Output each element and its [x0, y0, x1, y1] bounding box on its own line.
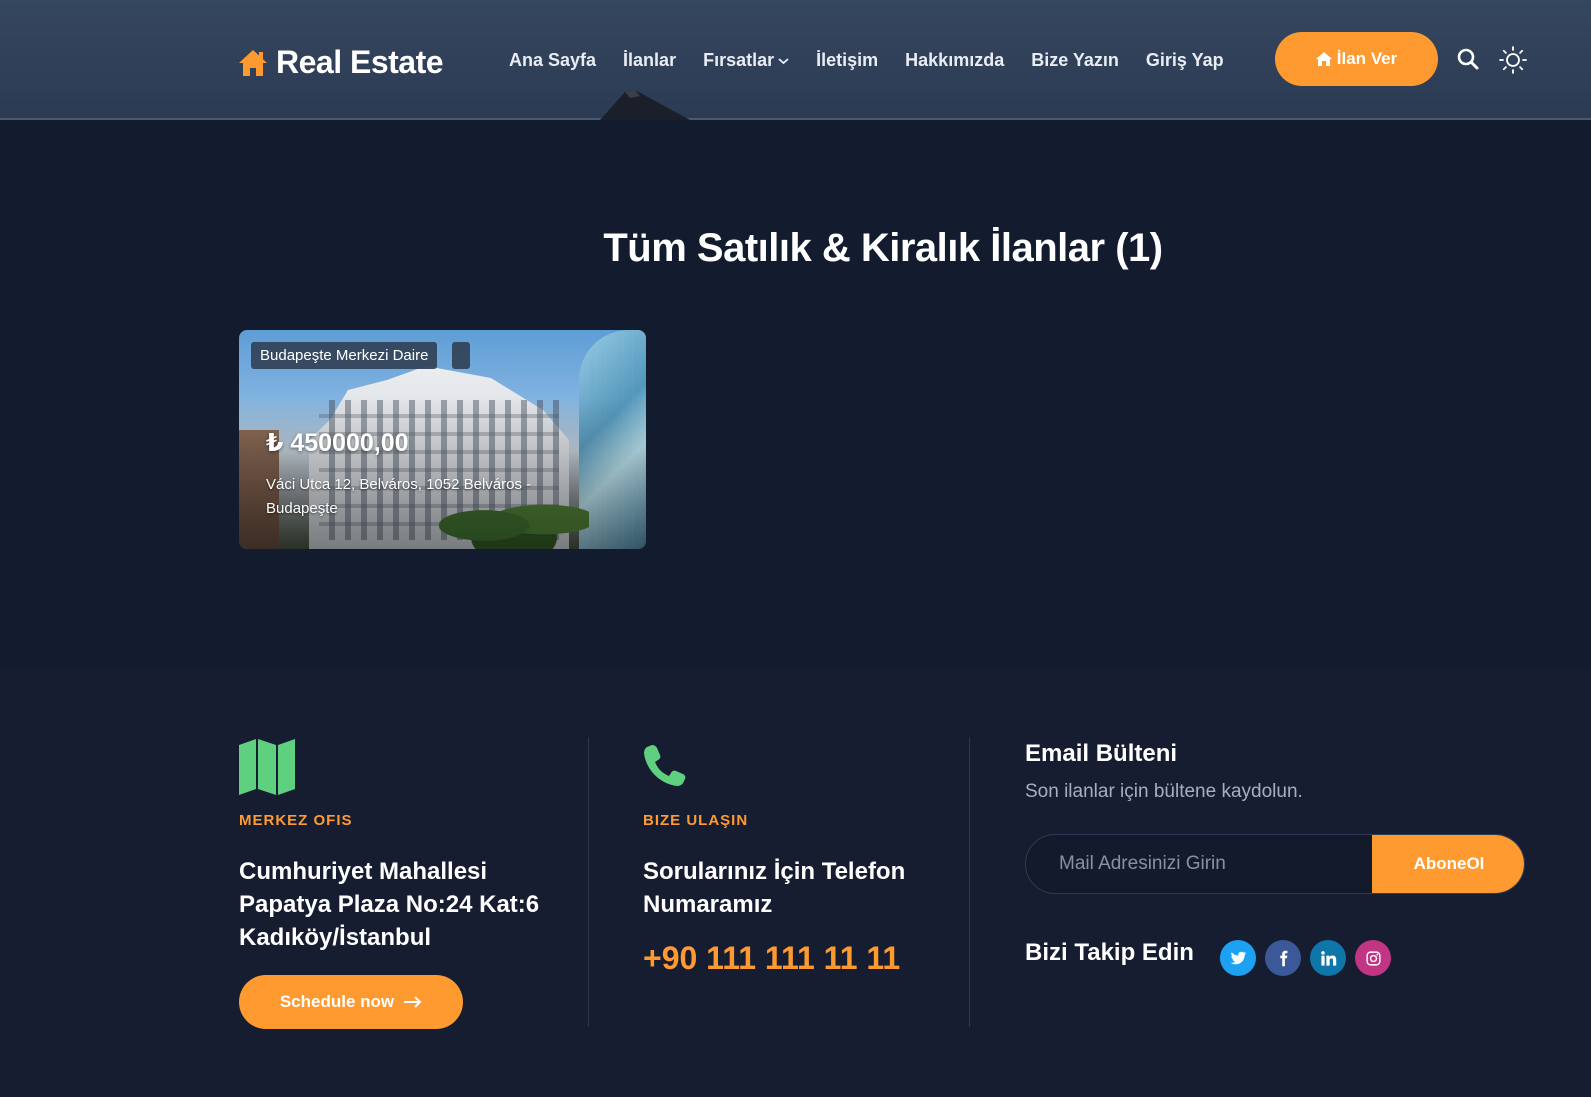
- chevron-down-icon: [778, 57, 789, 64]
- email-input[interactable]: [1026, 835, 1373, 893]
- schedule-button-label: Schedule now: [279, 992, 395, 1011]
- newsletter-title: Email Bülteni: [1025, 740, 1178, 767]
- nav-item-listings[interactable]: İlanlar: [623, 50, 676, 71]
- follow-title: Bizi Takip Edin: [1025, 939, 1194, 966]
- contact-text-line: Numaramız: [643, 891, 773, 918]
- instagram-icon: [1365, 950, 1381, 966]
- site-header: Real Estate Ana Sayfa İlanlar Fırsatlar …: [0, 0, 1591, 120]
- newsletter-form: AboneOl: [1025, 834, 1525, 894]
- office-address: Cumhuriyet Mahallesi Papatya Plaza No:24…: [239, 855, 539, 954]
- phone-icon: [644, 745, 686, 786]
- post-listing-button[interactable]: İlan Ver: [1275, 32, 1438, 86]
- office-address-line: Papatya Plaza No:24 Kat:6: [239, 891, 540, 918]
- contact-label: BIZE ULAŞIN: [643, 812, 749, 829]
- listing-badge: Budapeşte Merkezi Daire: [251, 342, 438, 369]
- instagram-button[interactable]: [1355, 940, 1391, 976]
- contact-phone-number[interactable]: +90 111 111 11 11: [643, 940, 900, 977]
- main-nav: Ana Sayfa İlanlar Fırsatlar İletişim Hak…: [509, 50, 1251, 71]
- post-listing-label: İlan Ver: [1336, 49, 1398, 68]
- nav-item-home[interactable]: Ana Sayfa: [509, 50, 596, 71]
- schedule-button[interactable]: Schedule now: [239, 975, 463, 1029]
- nav-item-login[interactable]: Giriş Yap: [1146, 50, 1224, 71]
- linkedin-button[interactable]: [1310, 940, 1346, 976]
- home-icon: [239, 49, 267, 76]
- listing-address: Váci Utca 12, Belváros, 1052 Belváros - …: [266, 476, 532, 517]
- facebook-button[interactable]: [1265, 940, 1301, 976]
- twitter-button[interactable]: [1220, 940, 1256, 976]
- office-label: MERKEZ OFIS: [239, 812, 353, 829]
- sun-icon[interactable]: [1499, 46, 1527, 74]
- logo-text: Real Estate: [276, 44, 444, 80]
- contact-text-line: Sorularınız İçin Telefon: [643, 858, 906, 885]
- footer-divider: [588, 737, 589, 1027]
- arrow-right-icon: [404, 996, 422, 1008]
- office-address-line: Cumhuriyet Mahallesi: [239, 858, 488, 885]
- roof-decoration: [600, 90, 690, 120]
- logo[interactable]: Real Estate: [238, 44, 444, 81]
- listing-card[interactable]: Budapeşte Merkezi Daire ₺ 450000,00 Váci…: [239, 330, 646, 549]
- subscribe-button[interactable]: AboneOl: [1372, 835, 1524, 893]
- nav-item-write-us[interactable]: Bize Yazın: [1031, 50, 1119, 71]
- listing-badge-extra: [452, 342, 470, 369]
- page-title: Tüm Satılık & Kiralık İlanlar (1): [603, 226, 1163, 270]
- facebook-icon: [1279, 950, 1287, 966]
- nav-item-about[interactable]: Hakkımızda: [905, 50, 1004, 71]
- map-icon: [239, 739, 295, 795]
- nav-item-contact[interactable]: İletişim: [816, 50, 878, 71]
- newsletter-subtitle: Son ilanlar için bültene kaydolun.: [1025, 781, 1303, 802]
- search-icon[interactable]: [1457, 48, 1479, 70]
- nav-item-deals[interactable]: Fırsatlar: [703, 50, 789, 71]
- nav-item-deals-label: Fırsatlar: [703, 50, 775, 70]
- footer-divider: [969, 737, 970, 1027]
- office-address-line: Kadıköy/İstanbul: [239, 924, 432, 951]
- contact-text: Sorularınız İçin Telefon Numaramız: [643, 855, 905, 921]
- home-icon: [1315, 52, 1332, 66]
- listing-price: ₺ 450000,00: [266, 429, 409, 457]
- twitter-icon: [1230, 951, 1246, 964]
- linkedin-icon: [1320, 950, 1336, 966]
